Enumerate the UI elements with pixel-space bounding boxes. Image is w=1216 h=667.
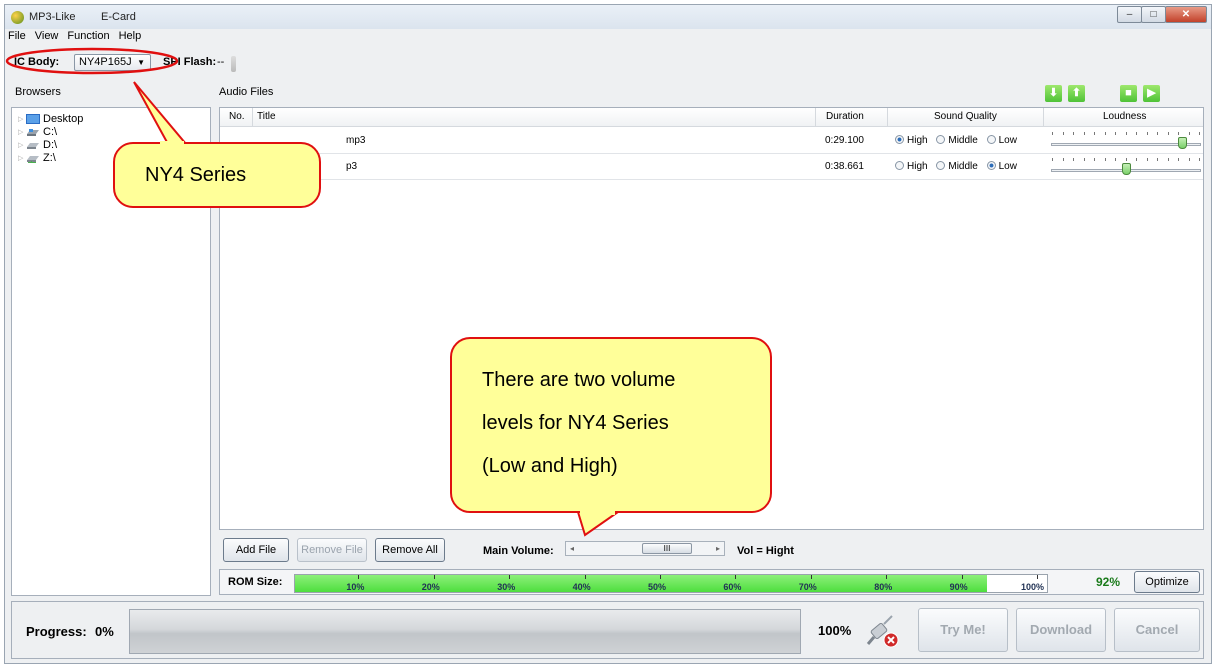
callout-pointer-joint	[580, 509, 615, 515]
callout-line: There are two volume	[482, 369, 676, 391]
annotation-overlay	[5, 47, 622, 537]
callout-pointer-joint	[160, 141, 184, 147]
callout-line: levels for NY4 Series	[482, 412, 669, 434]
callout-line: (Low and High)	[482, 455, 618, 477]
highlight-ellipse	[5, 47, 179, 75]
callout-pointer	[133, 81, 189, 145]
volume-levels-callout: There are two volume levels for NY4 Seri…	[450, 337, 772, 513]
callout-pointer	[576, 511, 622, 537]
ny4-series-callout: NY4 Series	[113, 142, 321, 208]
